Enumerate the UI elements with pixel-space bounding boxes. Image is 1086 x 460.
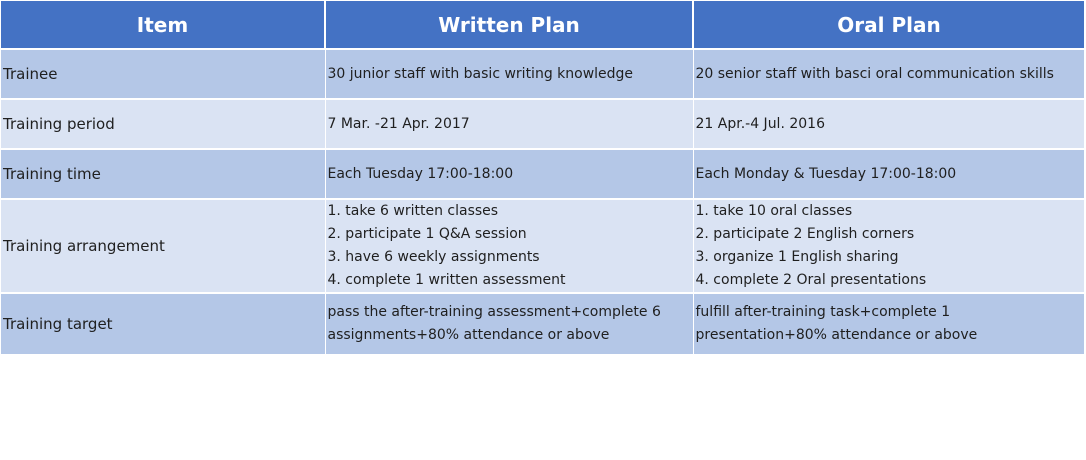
cell-line: 20 senior staff with basci oral communic… — [695, 65, 1054, 82]
cell-line: Each Tuesday 17:00-18:00 — [327, 165, 514, 182]
cell-text: pass the after-training assessment+compl… — [327, 304, 661, 343]
cell-line: 1. take 6 written classes — [327, 203, 499, 219]
table-header-row: Item Written Plan Oral Plan — [1, 1, 1084, 50]
cell-line: 3. organize 1 English sharing — [695, 249, 899, 265]
header-oral-plan: Oral Plan — [693, 1, 1084, 50]
cell-line: 30 junior staff with basic writing knowl… — [327, 65, 634, 82]
cell-line: 3. have 6 weekly assignments — [327, 249, 540, 265]
written-cell: 30 junior staff with basic writing knowl… — [325, 49, 694, 100]
table-row-training-arrangement: Training arrangement 1. take 6 written c… — [1, 199, 1084, 294]
row-label: Trainee — [1, 49, 326, 100]
written-cell: 1. take 6 written classes 2. participate… — [325, 199, 694, 294]
header-item: Item — [1, 1, 326, 50]
written-cell: Each Tuesday 17:00-18:00 — [325, 149, 694, 200]
table-row-training-time: Training time Each Tuesday 17:00-18:00 E… — [1, 149, 1084, 200]
cell-line: Each Monday & Tuesday 17:00-18:00 — [695, 165, 957, 182]
cell-line: 2. participate 2 English corners — [695, 226, 915, 242]
cell-line: 7 Mar. -21 Apr. 2017 — [327, 115, 470, 132]
cell-line: 21 Apr.-4 Jul. 2016 — [695, 115, 825, 132]
oral-cell: Each Monday & Tuesday 17:00-18:00 — [693, 149, 1084, 200]
training-plan-table-wrapper: Item Written Plan Oral Plan Trainee 30 j… — [1, 1, 1084, 356]
written-cell: pass the after-training assessment+compl… — [325, 293, 694, 356]
row-label: Training target — [1, 293, 326, 356]
table-row-training-period: Training period 7 Mar. -21 Apr. 2017 21 … — [1, 99, 1084, 150]
row-label: Training time — [1, 149, 326, 200]
header-written-plan: Written Plan — [325, 1, 694, 50]
oral-cell: 1. take 10 oral classes 2. participate 2… — [693, 199, 1084, 294]
written-cell: 7 Mar. -21 Apr. 2017 — [325, 99, 694, 150]
oral-cell: 20 senior staff with basci oral communic… — [693, 49, 1084, 100]
training-plan-table: Item Written Plan Oral Plan Trainee 30 j… — [1, 1, 1084, 356]
cell-line: 2. participate 1 Q&A session — [327, 226, 527, 242]
oral-cell: 21 Apr.-4 Jul. 2016 — [693, 99, 1084, 150]
table-row-training-target: Training target pass the after-training … — [1, 293, 1084, 356]
row-label: Training arrangement — [1, 199, 326, 294]
cell-line: 4. complete 2 Oral presentations — [695, 272, 927, 288]
table-row-trainee: Trainee 30 junior staff with basic writi… — [1, 49, 1084, 100]
cell-line: 1. take 10 oral classes — [695, 203, 853, 219]
cell-line: 4. complete 1 written assessment — [327, 272, 566, 288]
cell-text: fulfill after-training task+complete 1 p… — [695, 304, 978, 343]
row-label: Training period — [1, 99, 326, 150]
oral-cell: fulfill after-training task+complete 1 p… — [693, 293, 1084, 356]
